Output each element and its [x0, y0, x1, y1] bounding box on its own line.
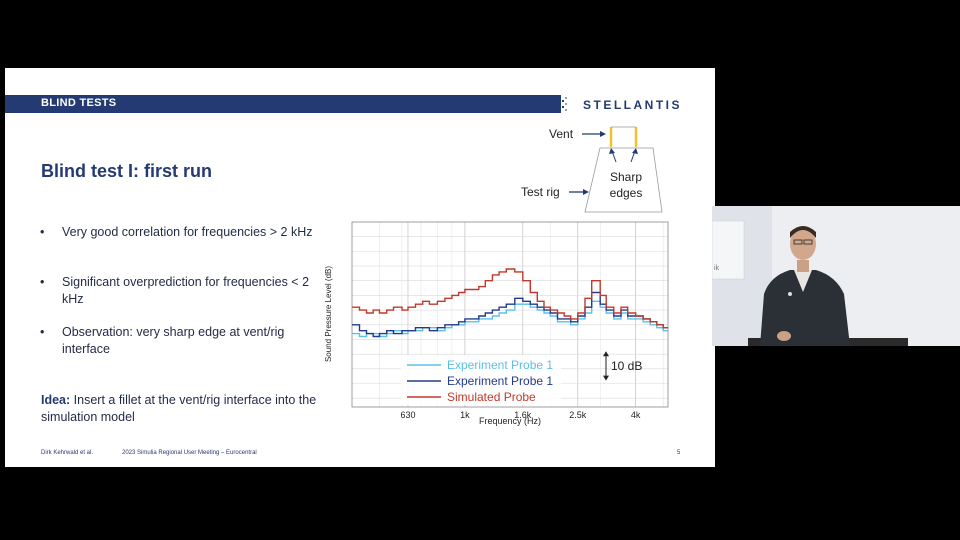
vent-rig-diagram: Vent Sharp edges Test rig	[521, 126, 663, 213]
spl-chart: 630 1k 1.6k 2.5k 4k Sound Pressure Level (dB…	[324, 221, 669, 426]
idea-label: Idea:	[41, 393, 71, 407]
scale-bar: 10 dB	[603, 351, 642, 381]
vent-label: Vent	[549, 127, 574, 141]
bullet-item: • Observation: very sharp edge at vent/r…	[40, 324, 320, 358]
vent-arrow-head	[600, 131, 606, 137]
bullet-item: • Very good correlation for frequencies …	[40, 224, 320, 241]
bullet-text: Observation: very sharp edge at vent/rig…	[62, 325, 285, 356]
rig-arrow-head	[583, 189, 589, 195]
idea-text: Insert a fillet at the vent/rig interfac…	[41, 393, 317, 424]
series-experiment-dark	[352, 291, 668, 338]
presentation-slide: BLIND TESTS STELLANTIS Blind test I: fir…	[5, 68, 715, 467]
presenter-neck	[797, 260, 809, 272]
y-axis-label: Sound Pressure Level (dB)	[324, 266, 333, 362]
x-tick-label: 1k	[460, 410, 470, 420]
edges-label-line-1: Sharp	[610, 170, 642, 184]
edges-label-line-2: edges	[610, 186, 643, 200]
x-axis-label: Frequency (Hz)	[479, 416, 541, 426]
lapel-microphone	[788, 292, 792, 296]
x-tick-label: 2.5k	[569, 410, 587, 420]
stellantis-logo: STELLANTIS	[583, 98, 682, 112]
x-tick-label: 4k	[631, 410, 641, 420]
scale-bar-label: 10 dB	[611, 359, 642, 373]
bullet-text: Significant overprediction for frequenci…	[62, 275, 310, 306]
idea-note: Idea: Insert a fillet at the vent/rig in…	[41, 392, 341, 426]
legend-label-experiment-dark: Experiment Probe 1	[447, 374, 553, 388]
bullet-dot: •	[40, 325, 45, 339]
scale-bar-arrow-down	[603, 375, 609, 381]
presenter-video: ik	[712, 206, 960, 346]
footer-event: 2023 Simulia Regional User Meeting – Eur…	[122, 450, 257, 456]
footer-author: Dirk Kehrwald et al.	[41, 450, 94, 456]
wall-text: ik	[714, 265, 720, 272]
presenter-hand	[777, 331, 791, 341]
bullet-dot: •	[40, 225, 45, 239]
presenter-scene: ik	[712, 206, 960, 346]
page-number: 5	[677, 450, 681, 456]
rig-label: Test rig	[521, 185, 560, 199]
x-tick-label: 630	[400, 410, 415, 420]
chart-series	[352, 268, 668, 338]
header-dots-decoration	[559, 97, 567, 111]
bullet-text: Very good correlation for frequencies > …	[62, 225, 313, 239]
legend-label-experiment-light: Experiment Probe 1	[447, 358, 553, 372]
scale-bar-arrow-up	[603, 351, 609, 357]
slide-title: Blind test I: first run	[41, 161, 212, 181]
header-title: BLIND TESTS	[41, 97, 117, 109]
bullet-item: • Significant overprediction for frequen…	[40, 274, 320, 308]
chart-legend: Experiment Probe 1 Experiment Probe 1 Si…	[401, 355, 561, 405]
legend-label-simulated: Simulated Probe	[447, 390, 536, 404]
bullet-dot: •	[40, 275, 45, 289]
header-bar: BLIND TESTS	[5, 95, 561, 113]
